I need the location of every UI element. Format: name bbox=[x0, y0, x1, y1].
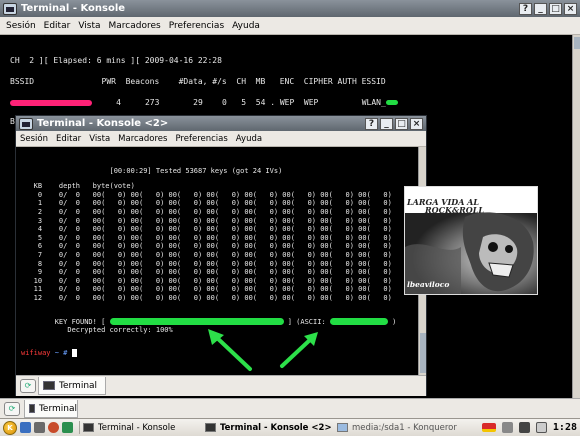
ap-header: BSSID PWR Beacons #Data, #/s CH MB ENC C… bbox=[10, 77, 386, 86]
menu-marcadores[interactable]: Marcadores bbox=[105, 21, 165, 31]
terminal-tab-icon bbox=[29, 404, 35, 413]
ap-row: 4 273 29 0 5 54 . WEP WEP WLAN_ bbox=[10, 96, 572, 109]
menu-ayuda[interactable]: Ayuda bbox=[228, 21, 264, 31]
kb-row: 8 0/ 0 00( 0) 00( 0) 00( 0) 00( 0) 00( 0… bbox=[21, 259, 392, 268]
kb-row: 2 0/ 0 00( 0) 00( 0) 00( 0) 00( 0) 00( 0… bbox=[21, 207, 392, 216]
system-tray: 1:28 bbox=[481, 422, 577, 433]
task-konqueror[interactable]: media:/sda1 - Konqueror bbox=[337, 420, 467, 436]
tab-terminal-front[interactable]: Terminal bbox=[38, 377, 106, 395]
konqueror-task-icon bbox=[337, 423, 348, 432]
help-button[interactable]: ? bbox=[365, 117, 378, 130]
tab-terminal-back[interactable]: Terminal bbox=[24, 400, 78, 418]
task-label: Terminal - Konsole bbox=[98, 422, 176, 433]
redacted-key-hex bbox=[109, 318, 284, 325]
image-caption-top2: ROCK&ROLL bbox=[425, 205, 485, 215]
menubar-front: Sesión Editar Vista Marcadores Preferenc… bbox=[16, 131, 426, 147]
close-button[interactable]: × bbox=[564, 2, 577, 15]
window-title: Terminal - Konsole <2> bbox=[37, 118, 169, 129]
kb-row: 3 0/ 0 00( 0) 00( 0) 00( 0) 00( 0) 00( 0… bbox=[21, 216, 392, 225]
tab-label: Terminal bbox=[59, 380, 98, 391]
minimize-button[interactable]: _ bbox=[534, 2, 547, 15]
terminal-app-icon bbox=[19, 117, 33, 130]
text-cursor bbox=[71, 348, 77, 357]
menu-preferencias[interactable]: Preferencias bbox=[171, 134, 231, 144]
kb-row: 5 0/ 0 00( 0) 00( 0) 00( 0) 00( 0) 00( 0… bbox=[21, 233, 392, 242]
console-icon[interactable] bbox=[34, 422, 45, 433]
maximize-button[interactable]: □ bbox=[395, 117, 408, 130]
tabbar-front: ⟳ Terminal bbox=[16, 375, 426, 396]
menubar-back: Sesión Editar Vista Marcadores Preferenc… bbox=[0, 17, 580, 35]
terminal-task-icon bbox=[205, 423, 216, 432]
kb-header: KB depth byte(vote) bbox=[21, 182, 135, 191]
redacted-key-ascii bbox=[329, 318, 388, 325]
arrow-annotation-1 bbox=[208, 329, 252, 371]
scroll-thumb[interactable] bbox=[420, 333, 426, 373]
home-icon[interactable] bbox=[62, 422, 73, 433]
clock[interactable]: 1:28 bbox=[553, 422, 577, 433]
scroll-thumb[interactable] bbox=[574, 37, 580, 49]
menu-marcadores[interactable]: Marcadores bbox=[114, 134, 171, 144]
rock-artwork-image: LARGA VIDA AL ROCK&ROLL lbeaviloco bbox=[404, 186, 538, 295]
kb-row: 1 0/ 0 00( 0) 00( 0) 00( 0) 00( 0) 00( 0… bbox=[21, 199, 392, 208]
terminal-task-icon bbox=[83, 423, 94, 432]
task-label: media:/sda1 - Konqueror bbox=[352, 422, 457, 433]
network-icon[interactable] bbox=[518, 422, 530, 433]
status-line: CH 2 ][ Elapsed: 6 mins ][ 2009-04-16 22… bbox=[10, 56, 222, 65]
task-terminal-konsole-2[interactable]: Terminal - Konsole <2> bbox=[205, 420, 337, 436]
task-terminal-konsole[interactable]: Terminal - Konsole bbox=[83, 420, 205, 436]
desktop-icon[interactable] bbox=[20, 422, 31, 433]
kb-row: 12 0/ 0 00( 0) 00( 0) 00( 0) 00( 0) 00( … bbox=[21, 293, 392, 302]
help-button[interactable]: ? bbox=[519, 2, 532, 15]
menu-vista[interactable]: Vista bbox=[85, 134, 114, 144]
kb-row: 7 0/ 0 00( 0) 00( 0) 00( 0) 00( 0) 00( 0… bbox=[21, 250, 392, 259]
titlebar-front[interactable]: Terminal - Konsole <2> ? _ □ × bbox=[16, 116, 426, 131]
image-caption-bottom: lbeaviloco bbox=[407, 280, 450, 289]
redacted-essid bbox=[385, 100, 398, 105]
minimize-button[interactable]: _ bbox=[380, 117, 393, 130]
menu-preferencias[interactable]: Preferencias bbox=[165, 21, 228, 31]
menu-sesion[interactable]: Sesión bbox=[0, 21, 40, 31]
menu-ayuda[interactable]: Ayuda bbox=[232, 134, 266, 144]
menu-vista[interactable]: Vista bbox=[74, 21, 104, 31]
clipboard-icon[interactable] bbox=[535, 422, 547, 433]
kb-row: 10 0/ 0 00( 0) 00( 0) 00( 0) 00( 0) 00( … bbox=[21, 276, 392, 285]
new-tab-icon[interactable]: ⟳ bbox=[20, 379, 36, 393]
kb-row: 0 0/ 0 00( 0) 00( 0) 00( 0) 00( 0) 00( 0… bbox=[21, 190, 392, 199]
tested-line: [00:00:29] Tested 53687 keys (got 24 IVs… bbox=[21, 166, 283, 175]
redacted-bssid bbox=[10, 99, 92, 106]
window-title: Terminal - Konsole bbox=[21, 3, 126, 14]
kb-row: 4 0/ 0 00( 0) 00( 0) 00( 0) 00( 0) 00( 0… bbox=[21, 225, 392, 234]
titlebar-back[interactable]: Terminal - Konsole ? _ □ × bbox=[0, 0, 580, 17]
kmenu-icon[interactable]: K bbox=[3, 420, 17, 435]
new-tab-icon[interactable]: ⟳ bbox=[4, 402, 20, 416]
tab-label: Terminal bbox=[38, 403, 77, 414]
volume-icon[interactable] bbox=[501, 422, 513, 433]
arrow-annotation-2 bbox=[280, 332, 318, 368]
desktop: Terminal - Konsole ? _ □ × Sesión Editar… bbox=[0, 0, 580, 436]
kb-row: 9 0/ 0 00( 0) 00( 0) 00( 0) 00( 0) 00( 0… bbox=[21, 268, 392, 277]
menu-sesion[interactable]: Sesión bbox=[16, 134, 52, 144]
scrollbar-back[interactable] bbox=[572, 35, 580, 398]
browser-icon[interactable] bbox=[48, 422, 59, 433]
taskbar: K Terminal - Konsole Terminal - Konsole … bbox=[0, 418, 580, 436]
spanish-flag-icon[interactable] bbox=[481, 423, 496, 432]
menu-editar[interactable]: Editar bbox=[52, 134, 85, 144]
close-button[interactable]: × bbox=[410, 117, 423, 130]
tabbar-back: ⟳ Terminal bbox=[0, 398, 580, 418]
kb-row: 11 0/ 0 00( 0) 00( 0) 00( 0) 00( 0) 00( … bbox=[21, 285, 392, 294]
menu-editar[interactable]: Editar bbox=[40, 21, 75, 31]
terminal-tab-icon bbox=[43, 381, 55, 390]
separator bbox=[79, 421, 80, 434]
terminal-app-icon bbox=[3, 2, 17, 15]
kb-row: 6 0/ 0 00( 0) 00( 0) 00( 0) 00( 0) 00( 0… bbox=[21, 242, 392, 251]
maximize-button[interactable]: □ bbox=[549, 2, 562, 15]
task-label: Terminal - Konsole <2> bbox=[220, 422, 332, 433]
